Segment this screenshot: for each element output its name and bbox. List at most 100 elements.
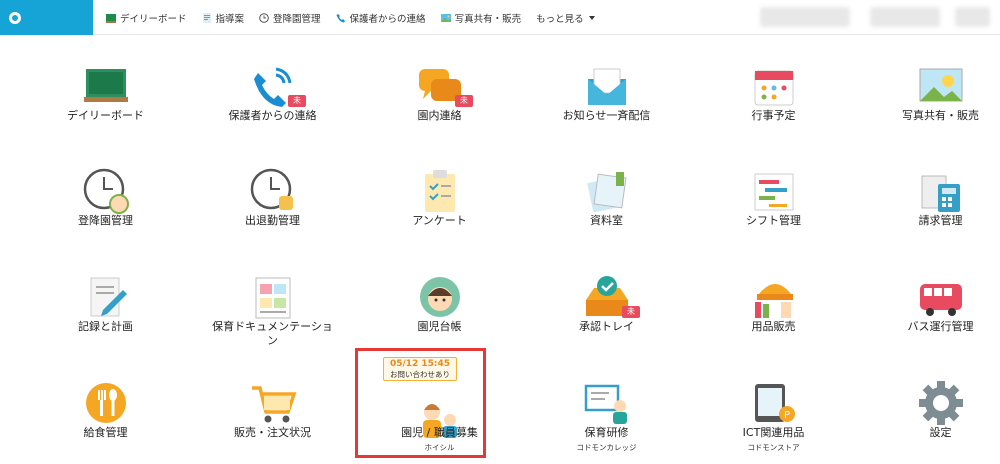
menu-tile[interactable]: シフト管理 <box>691 142 856 242</box>
supplies-icon <box>749 272 799 322</box>
menu-tile-label: 給食管理 <box>83 426 128 439</box>
menu-tile-label: 記録と計画 <box>78 320 133 333</box>
calendar-icon <box>749 61 799 111</box>
clock-staff-icon <box>248 166 298 216</box>
envelope-icon <box>582 61 632 111</box>
fork-spoon-icon <box>81 378 131 428</box>
menu-tile[interactable]: 保護者からの連絡 未 <box>190 37 355 137</box>
menu-tile[interactable]: 承認トレイ 未 <box>524 248 689 348</box>
menu-tile[interactable]: 設定 <box>858 354 1000 454</box>
menu-tile[interactable]: 給食管理 <box>23 354 188 454</box>
gear-icon <box>916 378 966 428</box>
unread-badge: 未 <box>455 95 473 107</box>
calculator-icon <box>916 166 966 216</box>
unread-badge: 未 <box>288 95 306 107</box>
menu-tile[interactable]: お知らせ一斉配信 <box>524 37 689 137</box>
menu-tile[interactable]: 写真共有・販売 <box>858 37 1000 137</box>
clipboard-icon <box>415 166 465 216</box>
pen-note-icon <box>81 272 131 322</box>
menu-tile[interactable]: バス運行管理 <box>858 248 1000 348</box>
nav-item-photo-share[interactable]: 写真共有・販売 <box>440 11 522 25</box>
documents-icon <box>582 166 632 216</box>
nav-label: 保護者からの連絡 <box>349 13 426 25</box>
unread-badge: 未 <box>622 306 640 318</box>
daily-board-icon <box>106 13 116 23</box>
documentation-icon <box>248 272 298 322</box>
menu-tile[interactable]: 行事予定 <box>691 37 856 137</box>
menu-tile[interactable]: 登降園管理 <box>23 142 188 242</box>
child-face-icon <box>415 272 465 322</box>
menu-tile[interactable]: 出退勤管理 <box>190 142 355 242</box>
menu-tile[interactable]: 請求管理 <box>858 142 1000 242</box>
nav-item-more[interactable]: もっと見る <box>536 11 595 25</box>
top-navigation-bar: CODMON デイリーボード 指導案 登降園管理 保護者からの連絡 写真共有・販… <box>0 0 1000 62</box>
training-board-icon <box>582 378 632 428</box>
menu-tile[interactable]: アンケート <box>357 142 522 242</box>
menu-tile-label: アンケート <box>412 214 467 227</box>
menu-tile-label: 保育ドキュメンテーション <box>212 320 333 347</box>
svg-text:P: P <box>784 410 790 421</box>
notice-date: 05/12 15:45 <box>389 359 451 369</box>
clock-child-icon <box>81 166 131 216</box>
nav-item-attendance[interactable]: 登降園管理 <box>259 11 321 25</box>
redacted-account-info <box>760 7 850 27</box>
menu-tile-label: お知らせ一斉配信 <box>562 109 651 122</box>
menu-tile-label: 保育研修 <box>584 426 629 439</box>
nav-label: 写真共有・販売 <box>454 13 522 25</box>
menu-tile-label: 承認トレイ <box>579 320 634 333</box>
nav-item-lesson-plan[interactable]: 指導案 <box>202 11 245 25</box>
menu-tile[interactable]: 園児台帳 <box>357 248 522 348</box>
codmon-logo[interactable]: CODMON <box>0 0 93 62</box>
menu-tile[interactable]: 保育研修コドモンカレッジ <box>524 354 689 454</box>
menu-tile-label: バス運行管理 <box>907 320 974 333</box>
photo-icon <box>916 61 966 111</box>
redacted-account-info <box>870 7 940 27</box>
menu-tile[interactable]: 資料室 <box>524 142 689 242</box>
menu-tile-label: ICT関連用品 <box>742 426 805 439</box>
menu-tile-label: 登降園管理 <box>78 214 133 227</box>
chevron-down-icon <box>588 15 595 20</box>
main-nav: デイリーボード 指導案 登降園管理 保護者からの連絡 写真共有・販売 もっと見る <box>106 0 610 35</box>
menu-tile-label: 園内連絡 <box>417 109 462 122</box>
photo-icon <box>440 13 451 22</box>
menu-tile[interactable]: デイリーボード <box>23 37 188 137</box>
shift-chart-icon <box>749 166 799 216</box>
cart-icon <box>248 378 298 428</box>
nav-item-parent-contact[interactable]: 保護者からの連絡 <box>336 11 426 25</box>
menu-tile-label: 販売・注文状況 <box>234 426 311 439</box>
phone-icon <box>336 13 345 22</box>
menu-tile-sublabel: コドモンストア <box>747 443 800 452</box>
menu-tile-label: 写真共有・販売 <box>902 109 979 122</box>
menu-tile-label: 用品販売 <box>751 320 796 333</box>
menu-tile[interactable]: 記録と計画 <box>23 248 188 348</box>
daily-board-icon <box>81 61 131 111</box>
bus-icon <box>916 272 966 322</box>
menu-tile-label: 園児台帳 <box>417 320 462 333</box>
menu-tile-label: 請求管理 <box>918 214 963 227</box>
menu-tile-label: 設定 <box>929 426 952 439</box>
menu-tile[interactable]: 園内連絡 未 <box>357 37 522 137</box>
nav-label: 指導案 <box>215 13 245 25</box>
nav-label: もっと見る <box>536 13 584 25</box>
tablet-store-icon: P <box>749 378 799 428</box>
nav-item-daily-board[interactable]: デイリーボード <box>106 11 187 25</box>
menu-tile-label: 保護者からの連絡 <box>228 109 317 122</box>
menu-tile-label: 資料室 <box>590 214 623 227</box>
redacted-account-info <box>955 7 990 27</box>
menu-tile[interactable]: 販売・注文状況 <box>190 354 355 454</box>
menu-tile[interactable]: 用品販売 <box>691 248 856 348</box>
clock-icon <box>259 12 269 23</box>
menu-tile-sublabel: コドモンカレッジ <box>576 443 637 452</box>
nav-label: デイリーボード <box>120 13 187 25</box>
notice-text: お問い合わせあり <box>390 370 450 379</box>
menu-tile-label: 出退勤管理 <box>245 214 300 227</box>
menu-tile-label: デイリーボード <box>67 109 144 122</box>
document-icon <box>202 12 211 23</box>
menu-tile[interactable]: P ICT関連用品コドモンストア <box>691 354 856 454</box>
recruit-notice-badge[interactable]: 05/12 15:45 お問い合わせあり <box>383 357 457 381</box>
logo-mark-icon <box>9 12 21 24</box>
menu-tile-label: 行事予定 <box>751 109 796 122</box>
menu-tile[interactable]: 保育ドキュメンテーション <box>190 248 355 348</box>
menu-tile-label: シフト管理 <box>746 214 801 227</box>
nav-label: 登降園管理 <box>273 13 321 25</box>
